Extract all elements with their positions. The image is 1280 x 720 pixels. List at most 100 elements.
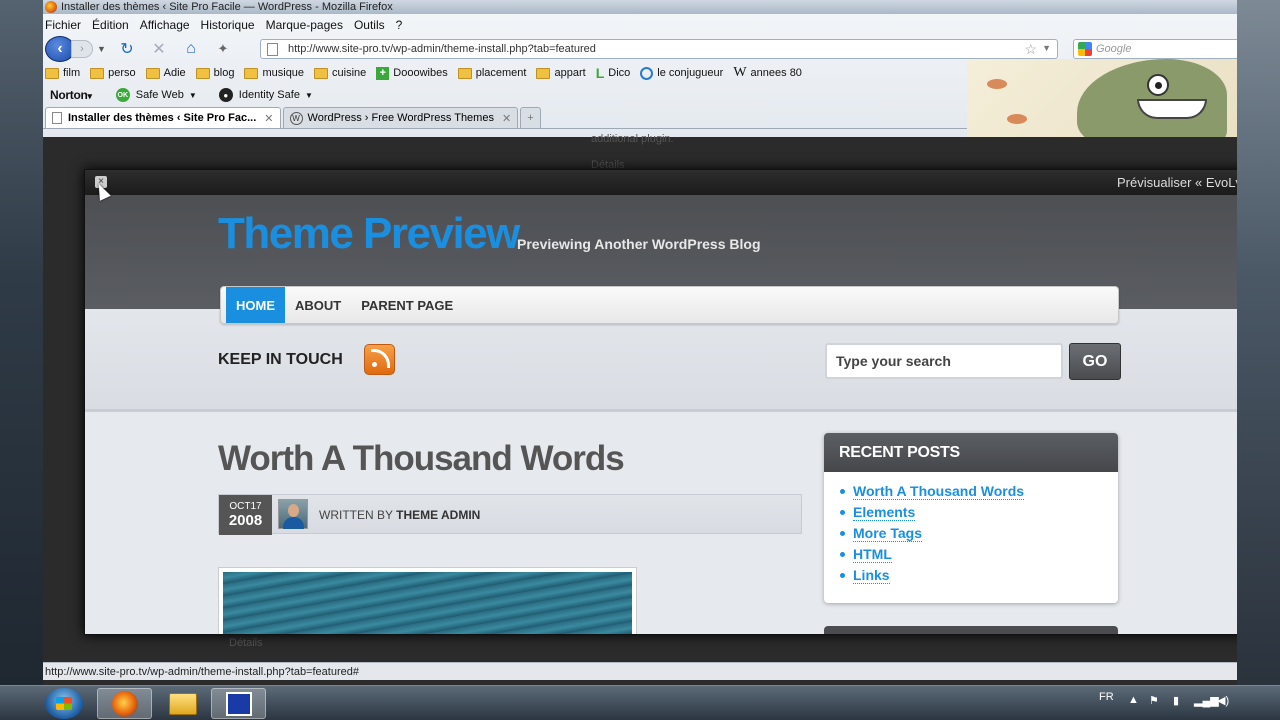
- post-author: WRITTEN BY THEME ADMIN: [319, 508, 481, 522]
- flag-icon[interactable]: ⚑: [1149, 694, 1159, 707]
- language-indicator[interactable]: FR: [1099, 691, 1114, 703]
- taskbar-firefox[interactable]: [97, 688, 152, 719]
- post-image: [218, 567, 637, 634]
- bookmark-dooowibes[interactable]: + Dooowibes: [376, 66, 448, 80]
- bookmark-adie[interactable]: Adie: [145, 67, 186, 79]
- remote-desktop-icon: [225, 691, 252, 716]
- menu-affichage[interactable]: Affichage: [140, 18, 190, 32]
- theme-logo[interactable]: Theme Preview: [218, 209, 520, 259]
- identity-safe-button[interactable]: ● Identity Safe ▼: [218, 88, 313, 102]
- addon-icon[interactable]: ✦: [212, 38, 234, 60]
- folder-icon: [457, 67, 472, 79]
- recent-post-link[interactable]: Worth A Thousand Words: [840, 483, 1118, 500]
- nav-home[interactable]: HOME: [226, 287, 285, 323]
- norton-logo[interactable]: Norton▾: [50, 88, 92, 102]
- new-tab-button[interactable]: +: [520, 107, 541, 128]
- bookmark-appart[interactable]: appart: [536, 67, 586, 79]
- taskbar-remote-desktop[interactable]: [211, 688, 266, 719]
- recent-post-link[interactable]: Links: [840, 567, 1118, 584]
- bookmark-blog[interactable]: blog: [195, 67, 234, 79]
- search-placeholder: Google: [1096, 43, 1132, 55]
- desktop-background-left: [0, 0, 43, 685]
- modal-title: Prévisualiser « EvoLv: [1117, 175, 1237, 190]
- post-title[interactable]: Worth A Thousand Words: [218, 439, 625, 479]
- bookmark-dico[interactable]: L Dico: [596, 65, 631, 81]
- admin-details-link[interactable]: Détails: [229, 637, 263, 649]
- totoro-illustration: [1077, 59, 1227, 137]
- water-photo: [223, 572, 632, 634]
- recent-post-link[interactable]: HTML: [840, 546, 1118, 563]
- safe-web-button[interactable]: OK Safe Web ▼: [115, 88, 197, 102]
- theme-preview-modal: × Prévisualiser « EvoLv Theme Preview Pr…: [84, 169, 1237, 635]
- theme-search-input[interactable]: Type your search: [825, 343, 1063, 379]
- battery-icon[interactable]: ▮: [1173, 694, 1179, 707]
- ok-badge-icon: OK: [115, 88, 130, 102]
- post-date: OCT17 2008: [219, 495, 272, 535]
- plus-icon: +: [376, 66, 390, 80]
- post-meta: OCT17 2008 WRITTEN BY THEME ADMIN: [218, 494, 802, 535]
- desktop-background-right: [1237, 0, 1280, 685]
- recent-posts-heading: RECENT POSTS: [824, 433, 1118, 472]
- chevron-down-icon: ▼: [188, 90, 197, 100]
- menu-historique[interactable]: Historique: [201, 18, 255, 32]
- theme-preview-frame: Theme Preview Previewing Another WordPre…: [85, 195, 1237, 634]
- history-dropdown-icon[interactable]: ▼: [97, 44, 106, 54]
- keep-in-touch-label: KEEP IN TOUCH: [218, 351, 343, 368]
- folder-icon: [45, 67, 59, 79]
- menu-marque-pages[interactable]: Marque-pages: [266, 18, 343, 32]
- url-bar[interactable]: http://www.site-pro.tv/wp-admin/theme-in…: [260, 39, 1058, 59]
- leaf-decoration: [1007, 114, 1027, 124]
- volume-icon[interactable]: ◀): [1217, 694, 1229, 707]
- network-icon[interactable]: ▂▄▆: [1194, 694, 1219, 707]
- chevron-down-icon: ▼: [304, 90, 313, 100]
- menu-help[interactable]: ?: [396, 18, 403, 32]
- firefox-window: Installer des thèmes ‹ Site Pro Facile —…: [43, 0, 1237, 685]
- theme-navigation: HOME ABOUT PARENT PAGE: [220, 286, 1119, 324]
- bookmark-musique[interactable]: musique: [244, 67, 304, 79]
- close-tab-icon[interactable]: ✕: [502, 112, 511, 125]
- start-button[interactable]: [45, 688, 83, 719]
- recent-posts-list: Worth A Thousand Words Elements More Tag…: [824, 472, 1118, 584]
- bookmark-cuisine[interactable]: cuisine: [314, 67, 366, 79]
- bookmark-conjugueur[interactable]: le conjugueur: [640, 66, 723, 80]
- leaf-decoration: [987, 79, 1007, 89]
- recent-posts-widget: RECENT POSTS Worth A Thousand Words Elem…: [824, 433, 1118, 603]
- menu-outils[interactable]: Outils: [354, 18, 385, 32]
- close-tab-icon[interactable]: ✕: [264, 112, 273, 125]
- tab-installer-themes[interactable]: Installer des thèmes ‹ Site Pro Fac... ✕: [45, 107, 281, 128]
- admin-text: additional plugin.: [591, 133, 674, 145]
- nav-parent-page[interactable]: PARENT PAGE: [351, 287, 463, 323]
- forward-button[interactable]: ›: [71, 40, 93, 58]
- url-dropdown-icon[interactable]: ▼: [1042, 43, 1051, 53]
- folder-icon: [314, 67, 329, 79]
- folder-icon: [195, 67, 210, 79]
- recent-post-link[interactable]: Elements: [840, 504, 1118, 521]
- menu-fichier[interactable]: Fichier: [45, 18, 81, 32]
- firefox-icon: [111, 690, 138, 717]
- menu-edition[interactable]: Édition: [92, 18, 129, 32]
- windows-taskbar: FR ▲ ⚑ ▮ ▂▄▆ ◀): [0, 685, 1280, 720]
- reload-icon[interactable]: ↻: [116, 38, 138, 60]
- bookmark-film[interactable]: film: [45, 67, 80, 79]
- taskbar-explorer[interactable]: [155, 688, 210, 719]
- google-icon[interactable]: [1078, 42, 1092, 56]
- stop-icon[interactable]: ✕: [148, 38, 170, 60]
- window-title: Installer des thèmes ‹ Site Pro Facile —…: [61, 1, 393, 13]
- bookmark-star-icon[interactable]: ☆: [1024, 41, 1037, 58]
- bookmark-placement[interactable]: placement: [457, 67, 526, 79]
- nav-about[interactable]: ABOUT: [285, 287, 351, 323]
- go-button[interactable]: GO: [1069, 343, 1121, 380]
- search-bar[interactable]: Google: [1073, 39, 1237, 59]
- home-icon[interactable]: ⌂: [180, 38, 202, 60]
- bookmark-perso[interactable]: perso: [90, 67, 136, 79]
- tab-wordpress-themes[interactable]: W WordPress › Free WordPress Themes ✕: [282, 107, 519, 128]
- rss-icon[interactable]: [364, 344, 395, 375]
- bookmark-annees-80[interactable]: Wannees 80: [733, 65, 802, 81]
- lock-icon: ●: [218, 88, 233, 102]
- wikipedia-icon: W: [733, 65, 747, 80]
- folder-icon: [145, 67, 160, 79]
- recent-post-link[interactable]: More Tags: [840, 525, 1118, 542]
- modal-header: × Prévisualiser « EvoLv: [85, 170, 1237, 195]
- browser-chrome: Fichier Édition Affichage Historique Mar…: [43, 14, 1237, 137]
- show-hidden-icons-icon[interactable]: ▲: [1128, 694, 1139, 706]
